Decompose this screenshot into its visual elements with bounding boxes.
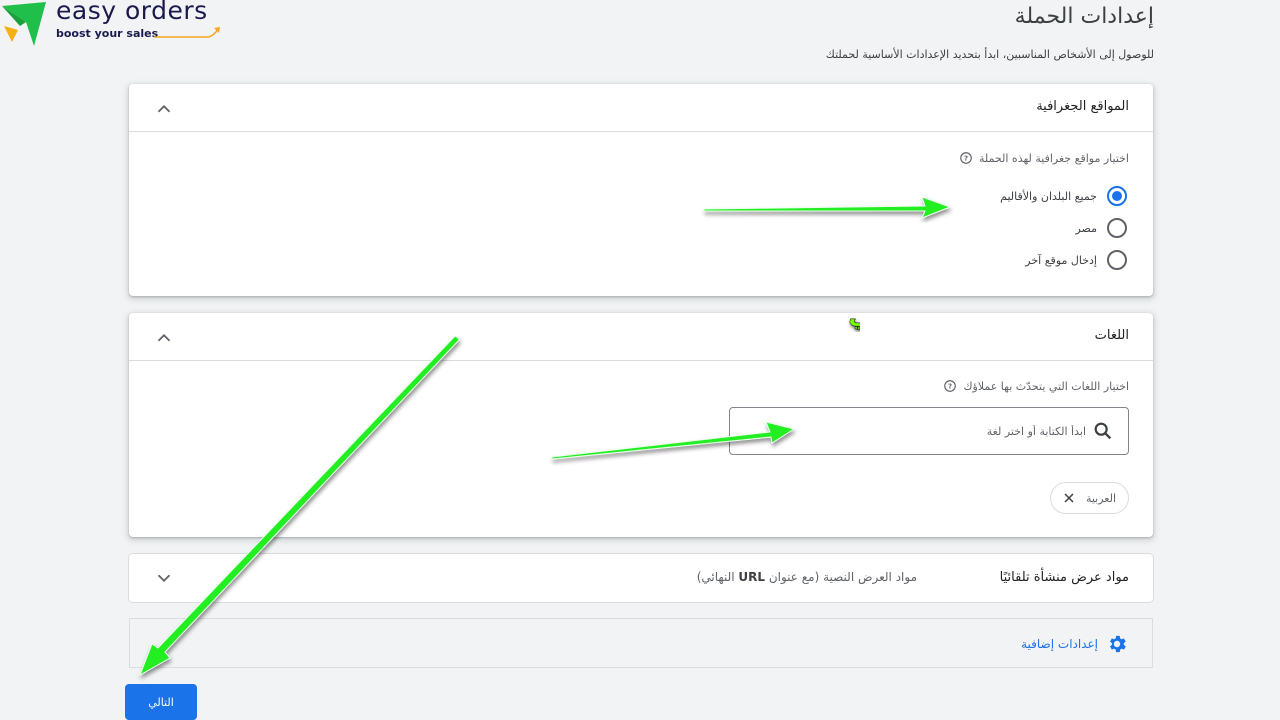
logo-tagline: boost your sales <box>56 27 159 40</box>
auto-assets-card[interactable]: مواد عرض منشأة تلقائيًا مواد العرض النصي… <box>129 554 1153 602</box>
help-icon[interactable]: ? <box>959 151 973 165</box>
locations-help: اختيار مواقع جغرافية لهذه الحملة ? <box>959 151 1129 165</box>
locations-card: المواقع الجغرافية اختيار مواقع جغرافية ل… <box>129 84 1153 296</box>
languages-help: اختيار اللغات التي يتحدّث بها عملاؤك ? <box>943 379 1129 393</box>
auto-assets-subtitle: مواد العرض النصية (مع عنوان URL النهائي) <box>697 570 917 584</box>
svg-text:?: ? <box>964 155 968 163</box>
chevron-down-icon[interactable] <box>153 567 175 589</box>
chevron-up-icon[interactable] <box>153 98 175 120</box>
languages-card: اللغات اختيار اللغات التي يتحدّث بها عمل… <box>129 313 1153 537</box>
gear-icon <box>1110 635 1126 653</box>
brand-logo: easy orders boost your sales <box>0 0 230 48</box>
locations-help-text: اختيار مواقع جغرافية لهذه الحملة <box>979 151 1129 165</box>
page-title: إعدادات الحملة <box>1014 4 1154 29</box>
svg-text:?: ? <box>948 383 952 391</box>
language-search-box[interactable] <box>729 407 1129 455</box>
location-option-egypt[interactable]: مصر <box>1075 218 1127 238</box>
location-option-other[interactable]: إدخال موقع آخر <box>1025 250 1127 270</box>
radio-unselected[interactable] <box>1107 218 1127 238</box>
languages-title: اللغات <box>1094 328 1129 343</box>
logo-swoosh-icon <box>154 27 220 38</box>
location-option-label: إدخال موقع آخر <box>1025 253 1097 267</box>
location-option-label: مصر <box>1075 221 1097 235</box>
page-subtitle: للوصول إلى الأشخاص المناسبين، ابدأ بتحدي… <box>825 48 1154 61</box>
language-chip[interactable]: العربية <box>1050 482 1129 514</box>
next-button[interactable]: التالي <box>125 684 197 720</box>
auto-assets-subtitle-suffix: النهائي) <box>696 570 739 584</box>
chevron-up-icon[interactable] <box>153 327 175 349</box>
languages-header[interactable]: اللغات <box>129 313 1153 361</box>
auto-assets-title: مواد عرض منشأة تلقائيًا <box>999 570 1129 585</box>
logo-name: easy orders <box>56 0 208 25</box>
auto-assets-subtitle-bold: URL <box>738 570 766 584</box>
additional-settings-link[interactable]: إعدادات إضافية <box>1021 633 1128 655</box>
location-option-label: جميع البلدان والأقاليم <box>1000 189 1097 203</box>
radio-selected[interactable] <box>1107 186 1127 206</box>
languages-help-text: اختيار اللغات التي يتحدّث بها عملاؤك <box>963 379 1129 393</box>
close-icon[interactable] <box>1061 490 1077 506</box>
location-option-all[interactable]: جميع البلدان والأقاليم <box>1000 186 1127 206</box>
radio-unselected[interactable] <box>1107 250 1127 270</box>
auto-assets-subtitle-prefix: مواد العرض النصية (مع عنوان <box>765 570 917 584</box>
search-icon <box>1094 422 1112 440</box>
language-chip-label: العربية <box>1085 491 1116 505</box>
language-search-input[interactable] <box>766 420 1086 442</box>
locations-title: المواقع الجغرافية <box>1036 99 1129 114</box>
help-icon[interactable]: ? <box>943 379 957 393</box>
additional-settings-label: إعدادات إضافية <box>1021 637 1098 651</box>
locations-header[interactable]: المواقع الجغرافية <box>129 84 1153 132</box>
logo-arrow-icon <box>2 2 46 46</box>
additional-settings-panel: إعدادات إضافية <box>129 618 1153 668</box>
